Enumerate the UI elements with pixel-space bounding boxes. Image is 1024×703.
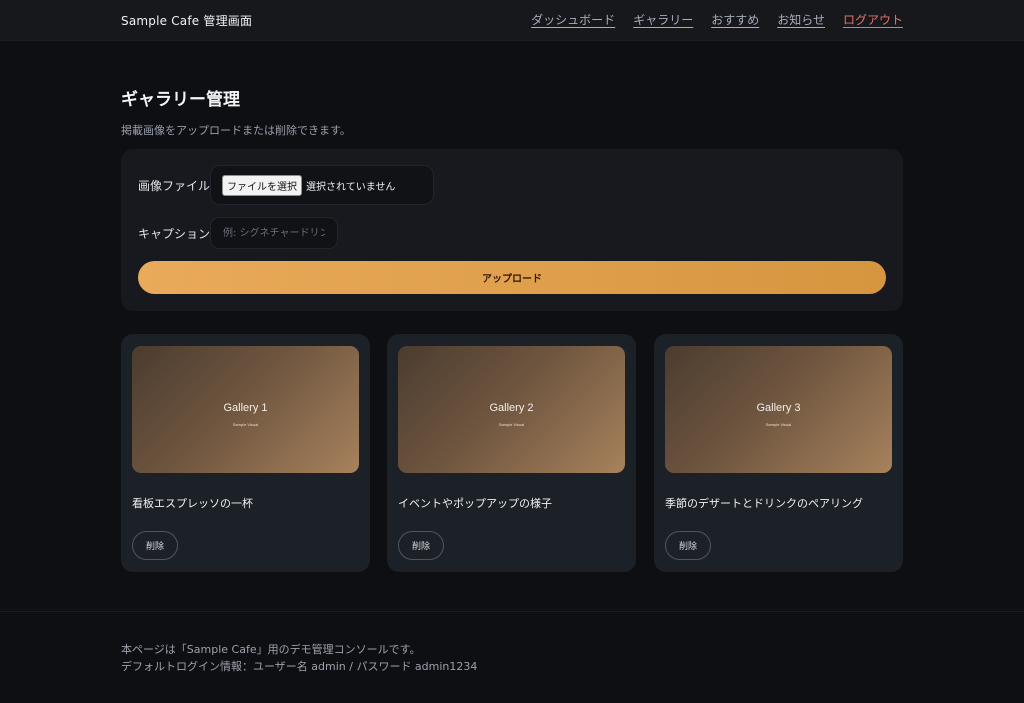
delete-button[interactable]: 削除 <box>398 531 444 560</box>
gallery-caption: 看板エスプレッソの一杯 <box>132 497 253 510</box>
top-bar: Sample Cafe 管理画面 ダッシュボード ギャラリー おすすめ お知らせ… <box>0 0 1024 41</box>
delete-button[interactable]: 削除 <box>665 531 711 560</box>
nav-recommended[interactable]: おすすめ <box>711 11 759 28</box>
gallery-image: Gallery 3 Sample Visual <box>665 346 892 473</box>
gallery-card: Gallery 2 Sample Visual イベントやポップアップの様子 削… <box>387 334 636 572</box>
page-subtitle: 掲載画像をアップロードまたは削除できます。 <box>121 124 351 137</box>
page-title: ギャラリー管理 <box>121 90 240 110</box>
upload-button[interactable]: アップロード <box>138 261 886 294</box>
file-label: 画像ファイル <box>138 179 211 193</box>
footer: 本ページは「Sample Cafe」用のデモ管理コンソールです。 デフォルトログ… <box>121 641 477 675</box>
gallery-image: Gallery 1 Sample Visual <box>132 346 359 473</box>
footer-divider <box>0 611 1024 612</box>
caption-input[interactable] <box>210 217 338 249</box>
gallery-image-subtitle: Sample Visual <box>498 422 525 427</box>
brand-title: Sample Cafe 管理画面 <box>121 14 253 28</box>
footer-credentials: デフォルトログイン情報：ユーザー名 admin / パスワード admin123… <box>121 660 478 673</box>
nav-logout[interactable]: ログアウト <box>843 11 903 28</box>
nav-news[interactable]: お知らせ <box>777 11 825 28</box>
gallery-image-title: Gallery 3 <box>756 402 801 414</box>
delete-button[interactable]: 削除 <box>132 531 178 560</box>
caption-label: キャプション <box>138 227 211 241</box>
file-status: 選択されていません <box>306 181 396 193</box>
footer-note: 本ページは「Sample Cafe」用のデモ管理コンソールです。 <box>121 643 421 656</box>
gallery-image-title: Gallery 1 <box>223 402 268 414</box>
gallery-caption: 季節のデザートとドリンクのペアリング <box>665 497 863 510</box>
gallery-card: Gallery 1 Sample Visual 看板エスプレッソの一杯 削除 <box>121 334 370 572</box>
gallery-image: Gallery 2 Sample Visual <box>398 346 625 473</box>
gallery-image-subtitle: Sample Visual <box>232 422 259 427</box>
choose-file-button[interactable]: ファイルを選択 <box>222 174 302 196</box>
main-nav: ダッシュボード ギャラリー おすすめ お知らせ ログアウト <box>531 11 903 28</box>
upload-panel: 画像ファイル ファイルを選択 選択されていません キャプション アップロード <box>121 149 903 311</box>
nav-dashboard[interactable]: ダッシュボード <box>531 11 615 28</box>
gallery-caption: イベントやポップアップの様子 <box>398 497 552 510</box>
file-picker: ファイルを選択 選択されていません <box>210 165 434 205</box>
gallery-image-subtitle: Sample Visual <box>765 422 792 427</box>
gallery-image-title: Gallery 2 <box>489 402 534 414</box>
gallery-card: Gallery 3 Sample Visual 季節のデザートとドリンクのペアリ… <box>654 334 903 572</box>
nav-gallery[interactable]: ギャラリー <box>633 11 693 28</box>
